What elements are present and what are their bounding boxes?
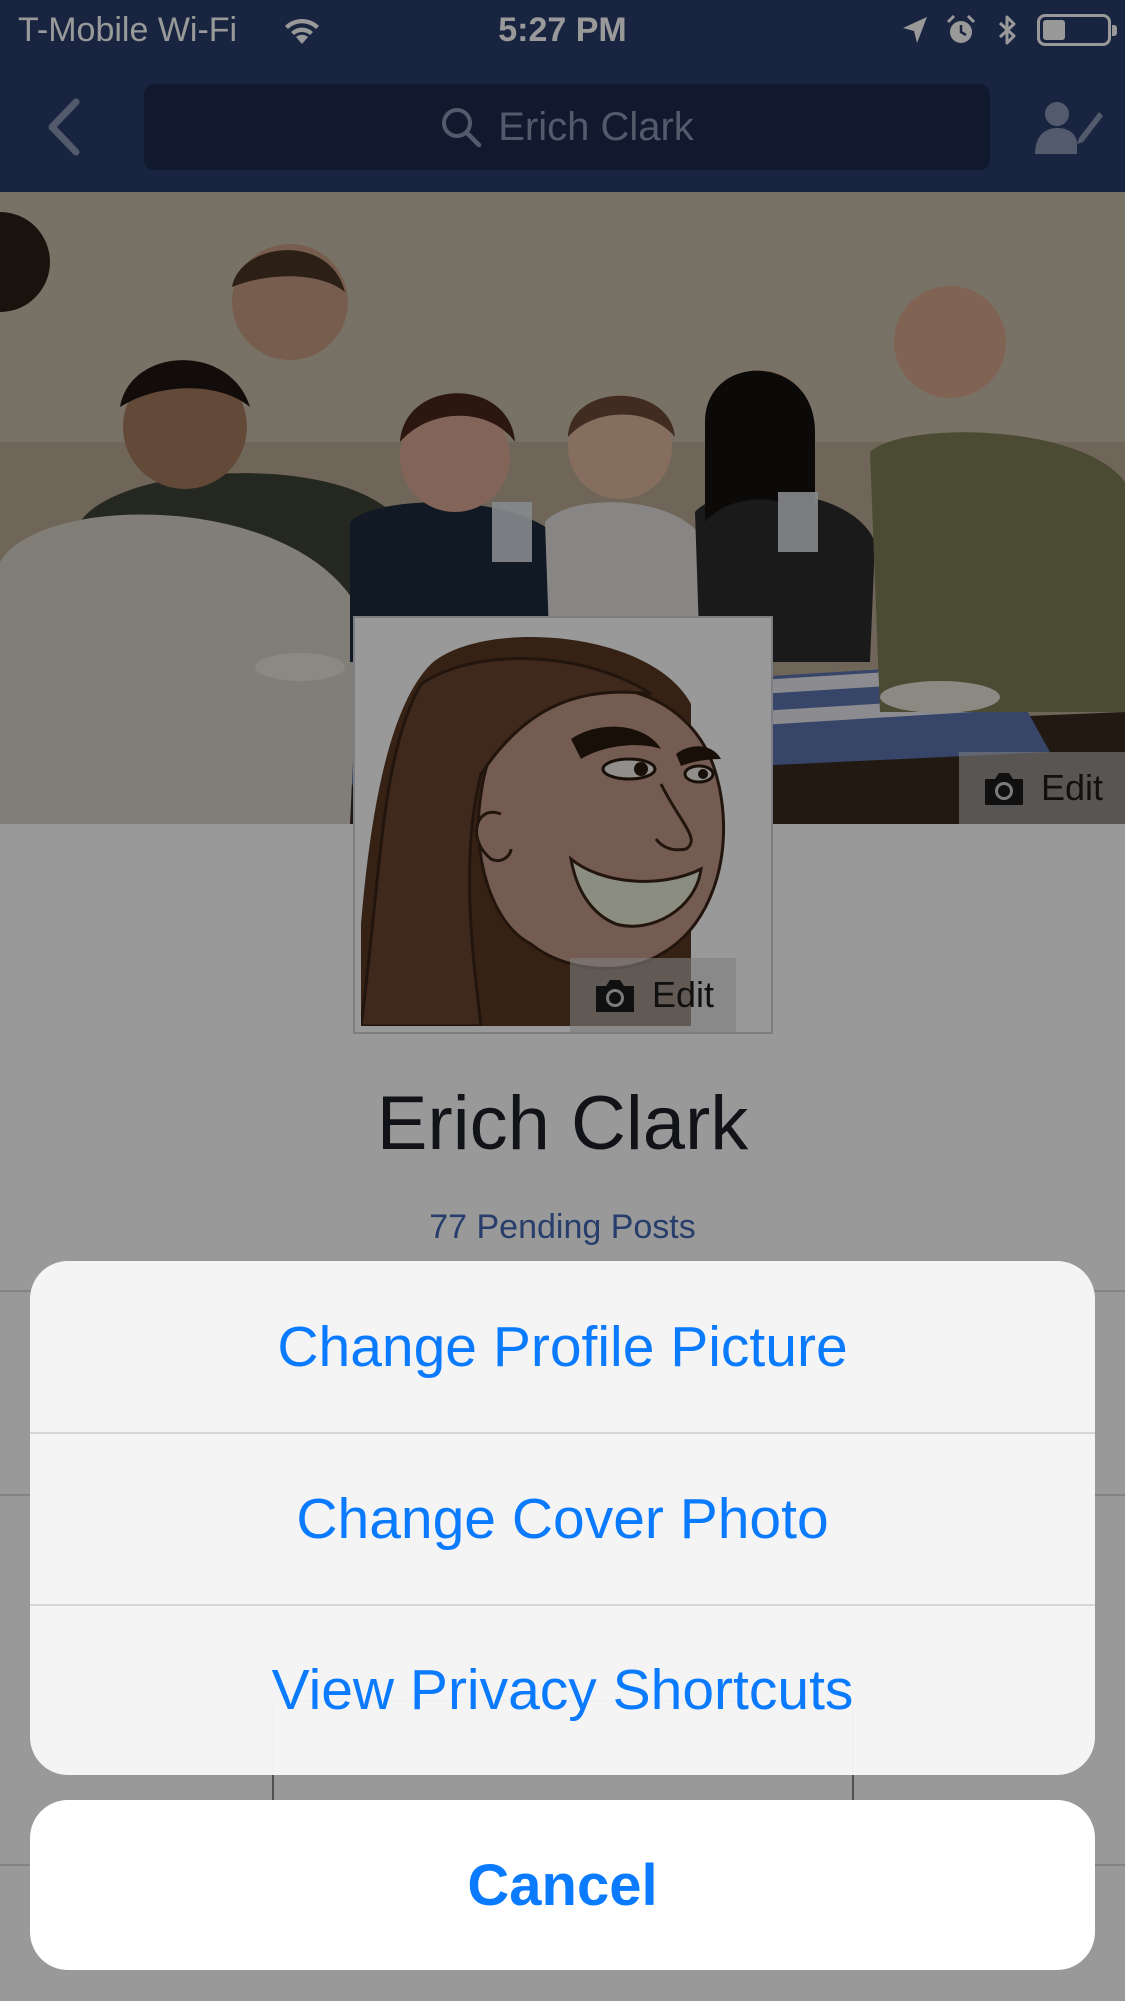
cancel-button[interactable]: Cancel [30,1800,1095,1970]
change-profile-picture-button[interactable]: Change Profile Picture [30,1261,1095,1432]
action-sheet: Change Profile Picture Change Cover Phot… [30,1261,1095,1775]
change-cover-photo-button[interactable]: Change Cover Photo [30,1432,1095,1603]
view-privacy-shortcuts-button[interactable]: View Privacy Shortcuts [30,1603,1095,1775]
